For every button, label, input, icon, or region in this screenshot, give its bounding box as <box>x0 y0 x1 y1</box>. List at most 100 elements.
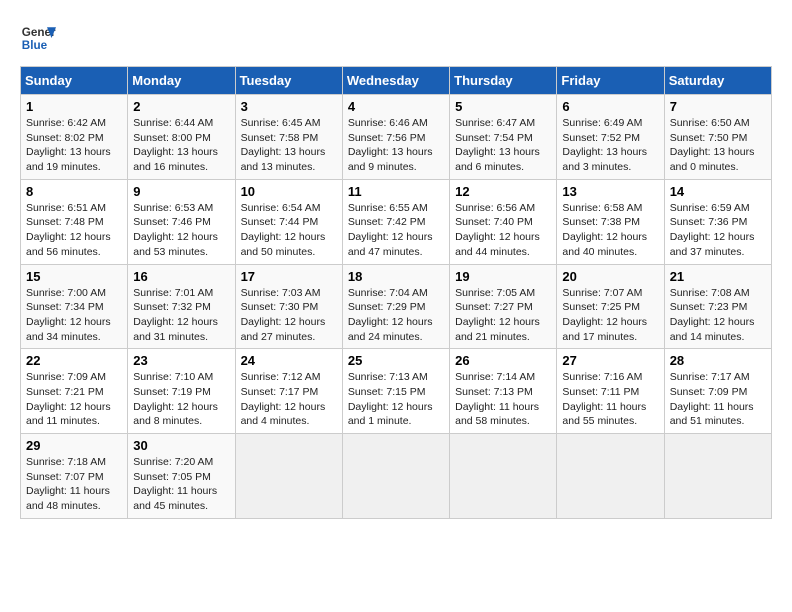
day-cell <box>450 434 557 519</box>
day-cell: 9 Sunrise: 6:53 AM Sunset: 7:46 PM Daylig… <box>128 179 235 264</box>
day-cell <box>557 434 664 519</box>
day-detail: Sunrise: 6:55 AM Sunset: 7:42 PM Dayligh… <box>348 201 444 260</box>
col-header-sunday: Sunday <box>21 67 128 95</box>
week-row-5: 29Sunrise: 7:18 AM Sunset: 7:07 PM Dayli… <box>21 434 772 519</box>
day-number: 18 <box>348 269 444 284</box>
day-detail: Sunrise: 7:03 AM Sunset: 7:30 PM Dayligh… <box>241 286 337 345</box>
day-detail: Sunrise: 6:51 AM Sunset: 7:48 PM Dayligh… <box>26 201 122 260</box>
svg-text:Blue: Blue <box>22 39 48 52</box>
day-number: 15 <box>26 269 122 284</box>
calendar-table: SundayMondayTuesdayWednesdayThursdayFrid… <box>20 66 772 519</box>
day-number: 3 <box>241 99 337 114</box>
day-detail: Sunrise: 7:20 AM Sunset: 7:05 PM Dayligh… <box>133 455 229 514</box>
day-number: 5 <box>455 99 551 114</box>
day-number: 14 <box>670 184 766 199</box>
day-cell: 10 Sunrise: 6:54 AM Sunset: 7:44 PM Dayli… <box>235 179 342 264</box>
day-number: 11 <box>348 184 444 199</box>
day-number: 30 <box>133 438 229 453</box>
day-cell: 21 Sunrise: 7:08 AM Sunset: 7:23 PM Dayli… <box>664 264 771 349</box>
day-detail: Sunrise: 6:58 AM Sunset: 7:38 PM Dayligh… <box>562 201 658 260</box>
col-header-thursday: Thursday <box>450 67 557 95</box>
day-detail: Sunrise: 6:47 AM Sunset: 7:54 PM Dayligh… <box>455 116 551 175</box>
day-cell: 8 Sunrise: 6:51 AM Sunset: 7:48 PM Daylig… <box>21 179 128 264</box>
day-number: 9 <box>133 184 229 199</box>
day-cell: 18 Sunrise: 7:04 AM Sunset: 7:29 PM Dayli… <box>342 264 449 349</box>
day-detail: Sunrise: 6:56 AM Sunset: 7:40 PM Dayligh… <box>455 201 551 260</box>
day-cell: 16 Sunrise: 7:01 AM Sunset: 7:32 PM Dayli… <box>128 264 235 349</box>
day-number: 28 <box>670 353 766 368</box>
day-number: 2 <box>133 99 229 114</box>
header: General Blue <box>20 20 772 56</box>
day-number: 16 <box>133 269 229 284</box>
day-detail: Sunrise: 6:53 AM Sunset: 7:46 PM Dayligh… <box>133 201 229 260</box>
day-cell: 13 Sunrise: 6:58 AM Sunset: 7:38 PM Dayli… <box>557 179 664 264</box>
day-cell: 5 Sunrise: 6:47 AM Sunset: 7:54 PM Daylig… <box>450 95 557 180</box>
day-cell: 14 Sunrise: 6:59 AM Sunset: 7:36 PM Dayli… <box>664 179 771 264</box>
col-header-friday: Friday <box>557 67 664 95</box>
logo-icon: General Blue <box>20 20 56 56</box>
col-header-monday: Monday <box>128 67 235 95</box>
day-detail: Sunrise: 6:59 AM Sunset: 7:36 PM Dayligh… <box>670 201 766 260</box>
day-detail: Sunrise: 6:45 AM Sunset: 7:58 PM Dayligh… <box>241 116 337 175</box>
day-number: 17 <box>241 269 337 284</box>
day-cell: 2 Sunrise: 6:44 AM Sunset: 8:00 PM Daylig… <box>128 95 235 180</box>
day-detail: Sunrise: 7:16 AM Sunset: 7:11 PM Dayligh… <box>562 370 658 429</box>
day-cell <box>235 434 342 519</box>
day-number: 10 <box>241 184 337 199</box>
week-row-4: 22 Sunrise: 7:09 AM Sunset: 7:21 PM Dayli… <box>21 349 772 434</box>
day-number: 23 <box>133 353 229 368</box>
day-detail: Sunrise: 7:10 AM Sunset: 7:19 PM Dayligh… <box>133 370 229 429</box>
day-detail: Sunrise: 7:14 AM Sunset: 7:13 PM Dayligh… <box>455 370 551 429</box>
col-header-tuesday: Tuesday <box>235 67 342 95</box>
day-detail: Sunrise: 7:05 AM Sunset: 7:27 PM Dayligh… <box>455 286 551 345</box>
day-number: 4 <box>348 99 444 114</box>
day-cell: 25Sunrise: 7:13 AM Sunset: 7:15 PM Dayli… <box>342 349 449 434</box>
day-cell <box>664 434 771 519</box>
day-number: 24 <box>241 353 337 368</box>
day-number: 22 <box>26 353 122 368</box>
day-number: 27 <box>562 353 658 368</box>
day-detail: Sunrise: 6:46 AM Sunset: 7:56 PM Dayligh… <box>348 116 444 175</box>
day-cell: 11 Sunrise: 6:55 AM Sunset: 7:42 PM Dayli… <box>342 179 449 264</box>
day-cell: 26 Sunrise: 7:14 AM Sunset: 7:13 PM Dayli… <box>450 349 557 434</box>
day-number: 26 <box>455 353 551 368</box>
day-cell: 7Sunrise: 6:50 AM Sunset: 7:50 PM Daylig… <box>664 95 771 180</box>
day-cell: 22 Sunrise: 7:09 AM Sunset: 7:21 PM Dayli… <box>21 349 128 434</box>
day-cell <box>342 434 449 519</box>
day-number: 29 <box>26 438 122 453</box>
day-detail: Sunrise: 6:50 AM Sunset: 7:50 PM Dayligh… <box>670 116 766 175</box>
week-row-2: 8 Sunrise: 6:51 AM Sunset: 7:48 PM Daylig… <box>21 179 772 264</box>
day-cell: 1 Sunrise: 6:42 AM Sunset: 8:02 PM Daylig… <box>21 95 128 180</box>
day-cell: 4 Sunrise: 6:46 AM Sunset: 7:56 PM Daylig… <box>342 95 449 180</box>
day-detail: Sunrise: 7:01 AM Sunset: 7:32 PM Dayligh… <box>133 286 229 345</box>
day-cell: 23 Sunrise: 7:10 AM Sunset: 7:19 PM Dayli… <box>128 349 235 434</box>
day-cell: 3 Sunrise: 6:45 AM Sunset: 7:58 PM Daylig… <box>235 95 342 180</box>
day-cell: 20 Sunrise: 7:07 AM Sunset: 7:25 PM Dayli… <box>557 264 664 349</box>
day-number: 8 <box>26 184 122 199</box>
day-number: 13 <box>562 184 658 199</box>
day-detail: Sunrise: 7:07 AM Sunset: 7:25 PM Dayligh… <box>562 286 658 345</box>
day-cell: 19 Sunrise: 7:05 AM Sunset: 7:27 PM Dayli… <box>450 264 557 349</box>
day-number: 12 <box>455 184 551 199</box>
day-detail: Sunrise: 7:04 AM Sunset: 7:29 PM Dayligh… <box>348 286 444 345</box>
day-cell: 27 Sunrise: 7:16 AM Sunset: 7:11 PM Dayli… <box>557 349 664 434</box>
day-cell: 12 Sunrise: 6:56 AM Sunset: 7:40 PM Dayli… <box>450 179 557 264</box>
day-detail: Sunrise: 7:09 AM Sunset: 7:21 PM Dayligh… <box>26 370 122 429</box>
week-row-1: 1 Sunrise: 6:42 AM Sunset: 8:02 PM Daylig… <box>21 95 772 180</box>
day-cell: 15Sunrise: 7:00 AM Sunset: 7:34 PM Dayli… <box>21 264 128 349</box>
day-number: 20 <box>562 269 658 284</box>
day-cell: 28 Sunrise: 7:17 AM Sunset: 7:09 PM Dayli… <box>664 349 771 434</box>
day-detail: Sunrise: 6:44 AM Sunset: 8:00 PM Dayligh… <box>133 116 229 175</box>
day-cell: 30 Sunrise: 7:20 AM Sunset: 7:05 PM Dayli… <box>128 434 235 519</box>
day-number: 21 <box>670 269 766 284</box>
day-cell: 29Sunrise: 7:18 AM Sunset: 7:07 PM Dayli… <box>21 434 128 519</box>
day-number: 19 <box>455 269 551 284</box>
day-number: 25 <box>348 353 444 368</box>
day-detail: Sunrise: 7:17 AM Sunset: 7:09 PM Dayligh… <box>670 370 766 429</box>
day-number: 1 <box>26 99 122 114</box>
day-detail: Sunrise: 6:54 AM Sunset: 7:44 PM Dayligh… <box>241 201 337 260</box>
day-detail: Sunrise: 7:08 AM Sunset: 7:23 PM Dayligh… <box>670 286 766 345</box>
day-number: 6 <box>562 99 658 114</box>
day-detail: Sunrise: 7:12 AM Sunset: 7:17 PM Dayligh… <box>241 370 337 429</box>
day-detail: Sunrise: 6:42 AM Sunset: 8:02 PM Dayligh… <box>26 116 122 175</box>
